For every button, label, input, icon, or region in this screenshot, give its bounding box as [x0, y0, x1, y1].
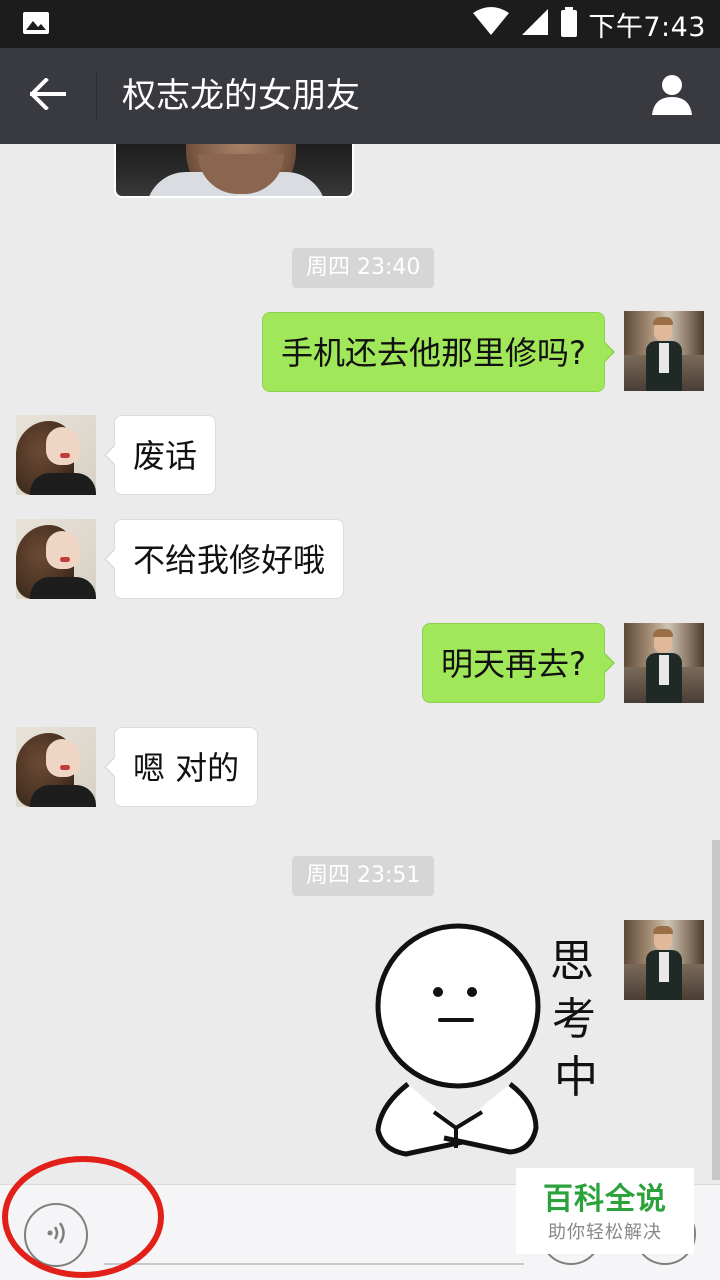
- scrollbar[interactable]: [712, 840, 720, 1180]
- watermark-logo: 百科全说 助你轻松解决: [516, 1168, 694, 1254]
- person-icon: [651, 73, 693, 119]
- watermark-title: 百科全说: [543, 1182, 667, 1217]
- sticker-caption-1: 思: [550, 936, 594, 987]
- header-divider: [96, 72, 97, 120]
- avatar[interactable]: [624, 920, 704, 1000]
- message-input[interactable]: [104, 1263, 524, 1265]
- sticker-caption-3: 中: [554, 1052, 598, 1103]
- received-message-bubble[interactable]: 嗯 对的: [103, 727, 259, 807]
- chat-title: 权志龙的女朋友: [122, 76, 360, 116]
- chat-header: 权志龙的女朋友: [0, 48, 720, 144]
- message-timestamp: 周四 23:51: [292, 856, 435, 896]
- battery-icon: [560, 7, 578, 41]
- sent-message-bubble[interactable]: 明天再去?: [422, 623, 615, 703]
- watermark-subtitle: 助你轻松解决: [548, 1222, 662, 1243]
- annotation-circle: [2, 1156, 164, 1278]
- received-message-bubble[interactable]: 不给我修好哦: [103, 519, 345, 599]
- message-timestamp: 周四 23:40: [292, 248, 435, 288]
- back-arrow-icon: [29, 77, 66, 114]
- status-time: 下午7:43: [588, 11, 706, 43]
- avatar[interactable]: [16, 415, 96, 495]
- image-icon: [22, 11, 50, 35]
- back-button[interactable]: [18, 66, 78, 126]
- avatar[interactable]: [16, 519, 96, 599]
- avatar[interactable]: [16, 727, 96, 807]
- sticker-caption-2: 考: [552, 994, 596, 1045]
- avatar[interactable]: [624, 311, 704, 391]
- message-list[interactable]: 周四 23:40 手机还去他那里修吗? 废话 不给我修好哦 明天再去? 嗯 对的…: [0, 144, 720, 1184]
- chat-info-button[interactable]: [642, 66, 702, 126]
- wifi-icon: [472, 7, 510, 41]
- message-image[interactable]: [114, 144, 354, 198]
- sticker-message[interactable]: 思 考 中: [360, 916, 610, 1166]
- avatar[interactable]: [624, 623, 704, 703]
- sent-message-bubble[interactable]: 手机还去他那里修吗?: [262, 312, 615, 392]
- received-message-bubble[interactable]: 废话: [103, 415, 217, 495]
- status-bar: 下午7:43: [0, 0, 720, 48]
- signal-icon: [520, 7, 550, 41]
